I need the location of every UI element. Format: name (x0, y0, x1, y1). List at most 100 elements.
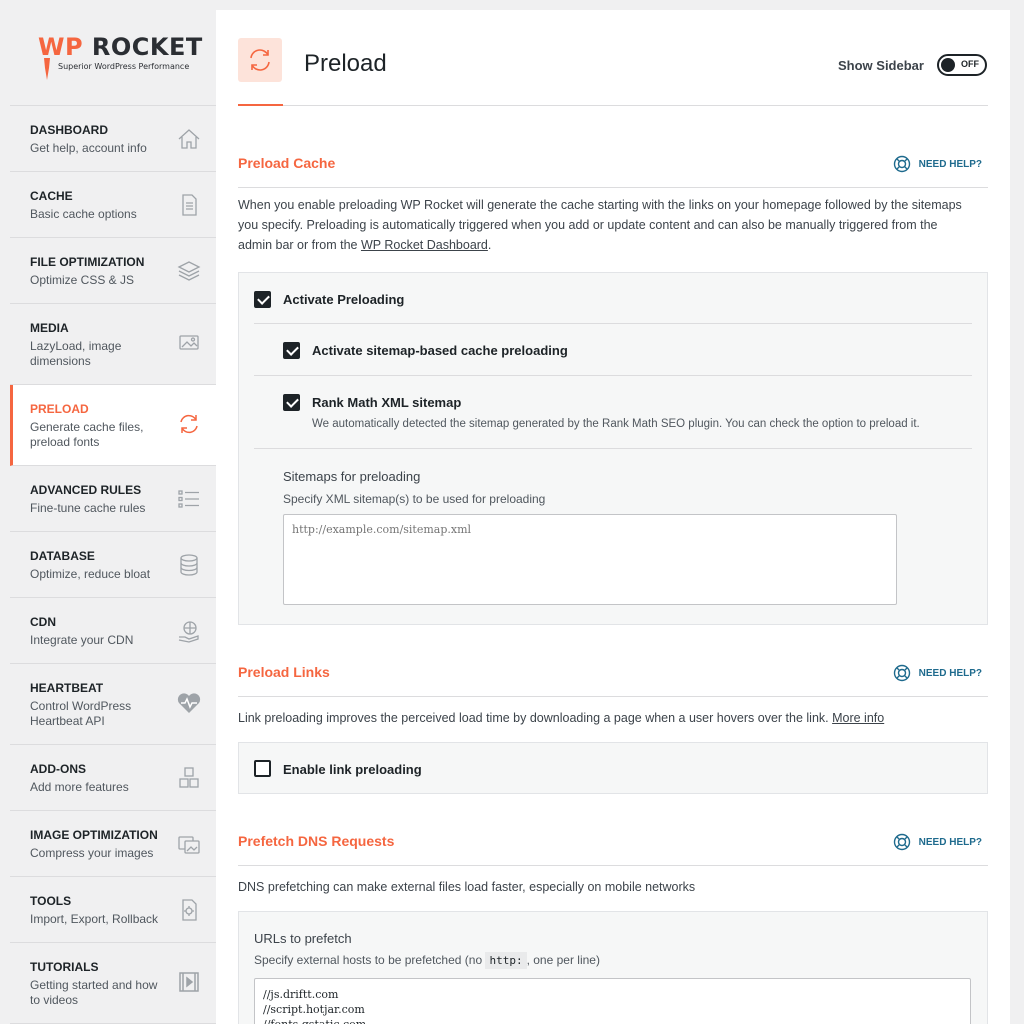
urls-desc-text: Specify external hosts to be prefetched … (254, 953, 486, 967)
preload-links-section: Preload Links NEED HELP? Link preloading… (238, 664, 988, 794)
sidebar-item-advanced-rules[interactable]: ADVANCED RULES Fine-tune cache rules (10, 466, 216, 532)
desc-line: admin bar or from the WP Rocket Dashboar… (238, 235, 988, 255)
rankmath-sitemap-description: We automatically detected the sitemap ge… (312, 418, 920, 430)
preload-options-box: Activate Preloading Activate sitemap-bas… (238, 272, 988, 625)
section-description: Link preloading improves the perceived l… (238, 708, 988, 728)
row-divider (254, 323, 972, 324)
wp-rocket-dashboard-link[interactable]: WP Rocket Dashboard (361, 238, 488, 252)
list-icon (178, 490, 199, 508)
lifebuoy-icon (893, 155, 910, 173)
http-code: http: (485, 952, 527, 969)
section-title: Preload Cache (238, 155, 336, 171)
urls-title: URLs to prefetch (254, 931, 352, 946)
home-icon (178, 129, 200, 149)
sidebar-item-dashboard[interactable]: DASHBOARD Get help, account info (10, 106, 216, 172)
sidebar-item-database[interactable]: DATABASE Optimize, reduce bloat (10, 532, 216, 598)
need-help-link[interactable]: NEED HELP? (893, 155, 982, 173)
enable-link-preload-label[interactable]: Enable link preloading (283, 762, 422, 777)
sidebar-item-sub: Control WordPress Heartbeat API (30, 699, 132, 728)
sidebar-item-sub: Fine-tune cache rules (30, 501, 146, 515)
sitemap-preload-checkbox[interactable] (283, 342, 300, 359)
lifebuoy-icon (893, 833, 910, 851)
sidebar-item-cdn[interactable]: CDN Integrate your CDN (10, 598, 216, 664)
section-divider (238, 696, 988, 697)
video-icon (179, 972, 199, 992)
logo-wp: WP (38, 33, 84, 61)
row-divider (254, 375, 972, 376)
header-underline (238, 104, 283, 106)
sidebar-item-sub: Integrate your CDN (30, 633, 134, 647)
desc-text: Link preloading improves the perceived l… (238, 711, 833, 725)
sidebar-item-sub: Get help, account info (30, 141, 147, 155)
sidebar: WP ROCKET Superior WordPress Performance… (10, 10, 216, 1024)
section-description: DNS prefetching can make external files … (238, 880, 696, 894)
sidebar-item-sub: Add more features (30, 780, 129, 794)
sidebar-item-tools[interactable]: TOOLS Import, Export, Rollback (10, 877, 216, 943)
refresh-icon (180, 414, 198, 434)
database-icon (180, 554, 198, 576)
section-description: When you enable preloading WP Rocket wil… (238, 195, 988, 255)
sidebar-item-media[interactable]: MEDIA LazyLoad, image dimensions (10, 304, 216, 385)
section-divider (238, 865, 988, 866)
lifebuoy-icon (893, 664, 910, 682)
sidebar-item-preload[interactable]: PRELOAD Generate cache files, preload fo… (10, 385, 216, 466)
activate-preloading-checkbox[interactable] (254, 291, 271, 308)
urls-prefetch-textarea[interactable]: //js.driftt.com //script.hotjar.com //fo… (254, 978, 971, 1024)
show-sidebar-toggle[interactable]: OFF (937, 54, 987, 76)
rankmath-sitemap-label[interactable]: Rank Math XML sitemap (312, 395, 461, 410)
cubes-icon (179, 767, 199, 788)
sitemaps-textarea[interactable] (283, 514, 897, 605)
sidebar-item-sub: Generate cache files, preload fonts (30, 420, 144, 449)
desc-line: When you enable preloading WP Rocket wil… (238, 198, 962, 212)
sidebar-item-add-ons[interactable]: ADD-ONS Add more features (10, 745, 216, 811)
globe-hand-icon (178, 621, 199, 643)
main-panel: Preload Show Sidebar OFF Preload Cache N… (216, 10, 1010, 1024)
document-icon (182, 194, 197, 216)
section-divider (238, 187, 988, 188)
desc-text: admin bar or from the (238, 238, 361, 252)
activate-preloading-label[interactable]: Activate Preloading (283, 292, 404, 307)
section-title: Preload Links (238, 664, 330, 680)
prefetch-box: URLs to prefetch Specify external hosts … (238, 911, 988, 1024)
need-help-link[interactable]: NEED HELP? (893, 833, 982, 851)
rocket-flame-icon (44, 58, 50, 80)
urls-description: Specify external hosts to be prefetched … (254, 952, 600, 969)
sidebar-item-heartbeat[interactable]: HEARTBEAT Control WordPress Heartbeat AP… (10, 664, 216, 745)
prefetch-dns-section: Prefetch DNS Requests NEED HELP? DNS pre… (238, 833, 988, 1024)
logo[interactable]: WP ROCKET Superior WordPress Performance (10, 10, 216, 106)
sidebar-item-sub: Optimize, reduce bloat (30, 567, 151, 581)
rankmath-sitemap-checkbox[interactable] (283, 394, 300, 411)
desc-text: . (487, 238, 492, 252)
sitemap-preload-label[interactable]: Activate sitemap-based cache preloading (312, 343, 568, 358)
sidebar-item-cache[interactable]: CACHE Basic cache options (10, 172, 216, 238)
heartbeat-icon (177, 693, 201, 713)
sidebar-item-image-optimization[interactable]: IMAGE OPTIMIZATION Compress your images (10, 811, 216, 877)
enable-link-preload-checkbox[interactable] (254, 760, 271, 777)
page-title: Preload (304, 50, 387, 77)
sidebar-item-sub: Import, Export, Rollback (30, 912, 159, 926)
tools-icon (182, 899, 197, 921)
need-help-label: NEED HELP? (918, 158, 982, 170)
urls-desc-text: , one per line) (526, 953, 600, 967)
sitemaps-description: Specify XML sitemap(s) to be used for pr… (283, 492, 546, 506)
images-icon (179, 335, 199, 350)
logo-rocket: ROCKET (91, 33, 203, 61)
more-info-link[interactable]: More info (832, 711, 884, 725)
need-help-label: NEED HELP? (918, 836, 982, 848)
sidebar-item-sub: Optimize CSS & JS (30, 273, 135, 287)
sidebar-item-sub: LazyLoad, image dimensions (30, 339, 122, 368)
need-help-link[interactable]: NEED HELP? (893, 664, 982, 682)
link-preload-box: Enable link preloading (238, 742, 988, 794)
toggle-knob (941, 58, 955, 72)
row-divider (254, 448, 972, 449)
preload-cache-section: Preload Cache NEED HELP? When you enable… (238, 155, 988, 625)
sitemaps-title: Sitemaps for preloading (283, 469, 421, 484)
sidebar-item-tutorials[interactable]: TUTORIALS Getting started and how to vid… (10, 943, 216, 1024)
sidebar-item-file-optimization[interactable]: FILE OPTIMIZATION Optimize CSS & JS (10, 238, 216, 304)
desc-line: you specify. Preloading is automatically… (238, 218, 938, 232)
image-compress-icon (178, 836, 200, 854)
need-help-label: NEED HELP? (918, 667, 982, 679)
logo-tagline: Superior WordPress Performance (58, 62, 190, 71)
section-title: Prefetch DNS Requests (238, 833, 395, 849)
toggle-state: OFF (961, 59, 979, 69)
